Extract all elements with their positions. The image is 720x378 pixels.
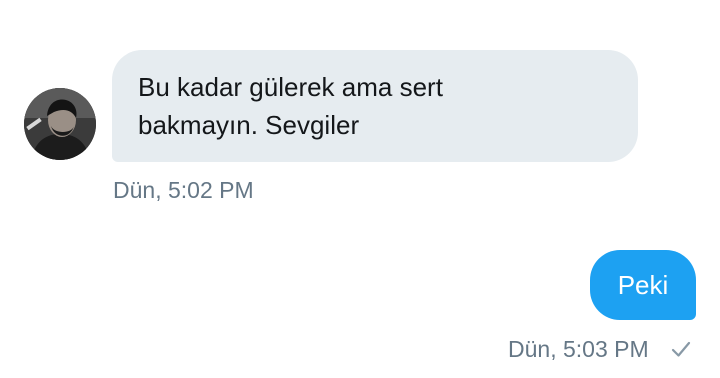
person-avatar-icon <box>24 88 96 160</box>
incoming-message-bubble[interactable]: Bu kadar gülerek ama sert bakmayın. Sevg… <box>112 50 638 162</box>
check-icon <box>671 341 691 357</box>
sender-avatar[interactable] <box>24 88 96 160</box>
incoming-message-timestamp: Dün, 5:02 PM <box>113 177 254 203</box>
outgoing-message-timestamp: Dün, 5:03 PM <box>508 336 649 362</box>
outgoing-message-bubble[interactable]: Peki <box>590 250 696 320</box>
